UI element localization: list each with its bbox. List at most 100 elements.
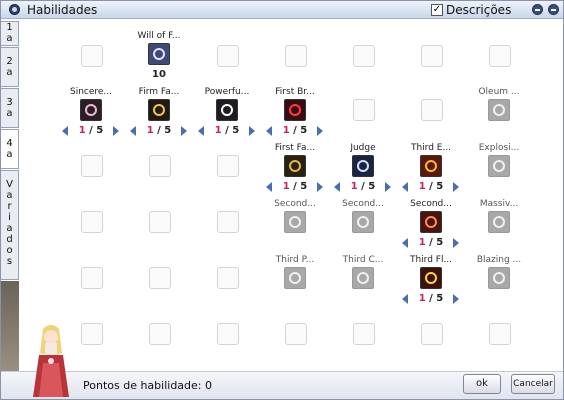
skill-window: Habilidades ✓ Descrições 1 a 2 a 3 a 4 a… bbox=[0, 0, 564, 400]
tab-1-char-1: 1 bbox=[6, 22, 13, 33]
tab-3-char-2: a bbox=[6, 108, 13, 119]
close-button[interactable] bbox=[548, 4, 559, 15]
third-flame-bomb-icon[interactable] bbox=[420, 267, 442, 289]
empty-slot bbox=[81, 323, 103, 345]
tab-variados-char-3: r bbox=[7, 201, 12, 212]
window-icon bbox=[9, 4, 20, 15]
minimize-button[interactable] bbox=[532, 4, 543, 15]
skill-name-second-1: Second... bbox=[274, 199, 316, 209]
tab-4-char-2: a bbox=[6, 149, 13, 160]
cancel-button[interactable]: Cancelar bbox=[511, 374, 555, 394]
explosion-blaster-icon[interactable] bbox=[488, 155, 510, 177]
skill-level-first-br: 1 / 5 bbox=[282, 125, 308, 136]
decrease-level-button[interactable] bbox=[266, 126, 272, 136]
skill-name-third-p: Third P... bbox=[275, 255, 315, 265]
tab-1-char-2: a bbox=[6, 33, 13, 44]
ok-button[interactable]: ok bbox=[463, 374, 501, 394]
empty-slot bbox=[285, 45, 307, 67]
empty-slot bbox=[217, 155, 239, 177]
skill-name-blazing: Blazing ... bbox=[476, 255, 522, 265]
skill-level-first-fa: 1 / 5 bbox=[282, 181, 308, 192]
skill-level-powerful: 1 / 5 bbox=[214, 125, 240, 136]
skill-name-third-c: Third C... bbox=[342, 255, 384, 265]
descriptions-label: Descrições bbox=[446, 3, 512, 17]
empty-slot bbox=[149, 211, 171, 233]
tab-4[interactable]: 4 a bbox=[1, 129, 19, 169]
tab-3[interactable]: 3 a bbox=[1, 88, 19, 128]
increase-level-button[interactable] bbox=[249, 126, 255, 136]
decrease-level-button[interactable] bbox=[402, 182, 408, 192]
tab-variados-char-1: V bbox=[6, 179, 13, 190]
skill-name-will-of-faith: Will of F... bbox=[137, 31, 181, 41]
empty-slot bbox=[149, 155, 171, 177]
window-title: Habilidades bbox=[27, 3, 98, 17]
blazing-flame-blast-icon[interactable] bbox=[488, 267, 510, 289]
empty-slot bbox=[81, 155, 103, 177]
tab-variados-char-2: a bbox=[6, 190, 13, 201]
decrease-level-button[interactable] bbox=[266, 182, 272, 192]
skill-name-third-e: Third E... bbox=[410, 143, 452, 153]
third-punishment-icon[interactable] bbox=[284, 267, 306, 289]
skill-level-third-fl: 1 / 5 bbox=[418, 293, 444, 304]
first-faith-icon[interactable] bbox=[284, 155, 306, 177]
decrease-level-button[interactable] bbox=[334, 182, 340, 192]
increase-level-button[interactable] bbox=[453, 238, 459, 248]
empty-slot bbox=[81, 267, 103, 289]
second-skill-2-icon[interactable] bbox=[352, 211, 374, 233]
empty-slot bbox=[217, 323, 239, 345]
firm-faith-icon[interactable] bbox=[148, 99, 170, 121]
decrease-level-button[interactable] bbox=[402, 294, 408, 304]
empty-slot bbox=[217, 45, 239, 67]
empty-slot bbox=[353, 45, 375, 67]
decrease-level-button[interactable] bbox=[198, 126, 204, 136]
decrease-level-button[interactable] bbox=[402, 238, 408, 248]
increase-level-button[interactable] bbox=[181, 126, 187, 136]
empty-slot bbox=[285, 323, 307, 345]
tab-variados-char-4: i bbox=[8, 212, 11, 223]
tab-4-char-1: 4 bbox=[6, 138, 13, 149]
skill-name-explosi: Explosi... bbox=[478, 143, 520, 153]
tab-2-char-2: a bbox=[6, 67, 13, 78]
third-exorcism-icon[interactable] bbox=[420, 155, 442, 177]
decrease-level-button[interactable] bbox=[62, 126, 68, 136]
massive-flame-icon[interactable] bbox=[488, 211, 510, 233]
skill-level-firm-faith: 1 / 5 bbox=[146, 125, 172, 136]
skill-points-label: Pontos de habilidade: 0 bbox=[83, 379, 212, 392]
empty-slot bbox=[353, 323, 375, 345]
third-consecration-icon[interactable] bbox=[352, 267, 374, 289]
empty-slot bbox=[81, 45, 103, 67]
footer-bar: Pontos de habilidade: 0 ok Cancelar bbox=[1, 371, 563, 399]
sincere-faith-icon[interactable] bbox=[80, 99, 102, 121]
character-sprite bbox=[33, 325, 69, 397]
descriptions-checkbox[interactable]: ✓ bbox=[431, 4, 443, 16]
skill-name-massiv: Massiv... bbox=[479, 199, 519, 209]
empty-slot bbox=[489, 45, 511, 67]
increase-level-button[interactable] bbox=[453, 294, 459, 304]
second-skill-1-icon[interactable] bbox=[284, 211, 306, 233]
skill-name-second-2: Second... bbox=[342, 199, 384, 209]
will-of-faith-icon[interactable] bbox=[148, 43, 170, 65]
increase-level-button[interactable] bbox=[317, 126, 323, 136]
empty-slot bbox=[489, 323, 511, 345]
skill-level-sincere: 1 / 5 bbox=[78, 125, 104, 136]
empty-slot bbox=[217, 211, 239, 233]
judge-icon[interactable] bbox=[352, 155, 374, 177]
empty-slot bbox=[421, 45, 443, 67]
tab-variados[interactable]: V a r i a d o s bbox=[1, 170, 19, 280]
decrease-level-button[interactable] bbox=[130, 126, 136, 136]
increase-level-button[interactable] bbox=[453, 182, 459, 192]
powerful-faith-icon[interactable] bbox=[216, 99, 238, 121]
increase-level-button[interactable] bbox=[113, 126, 119, 136]
increase-level-button[interactable] bbox=[317, 182, 323, 192]
increase-level-button[interactable] bbox=[385, 182, 391, 192]
tab-2[interactable]: 2 a bbox=[1, 47, 19, 87]
first-brand-icon[interactable] bbox=[284, 99, 306, 121]
skill-name-judge: Judge bbox=[350, 143, 376, 153]
second-flame-icon[interactable] bbox=[420, 211, 442, 233]
title-bar[interactable]: Habilidades ✓ Descrições bbox=[1, 1, 563, 19]
skill-level-second-3: 1 / 5 bbox=[418, 237, 444, 248]
oleum-sanctum-icon[interactable] bbox=[488, 99, 510, 121]
skill-level-judge: 1 / 5 bbox=[350, 181, 376, 192]
tab-1[interactable]: 1 a bbox=[1, 21, 19, 46]
skill-name-powerful: Powerfu... bbox=[204, 87, 250, 97]
